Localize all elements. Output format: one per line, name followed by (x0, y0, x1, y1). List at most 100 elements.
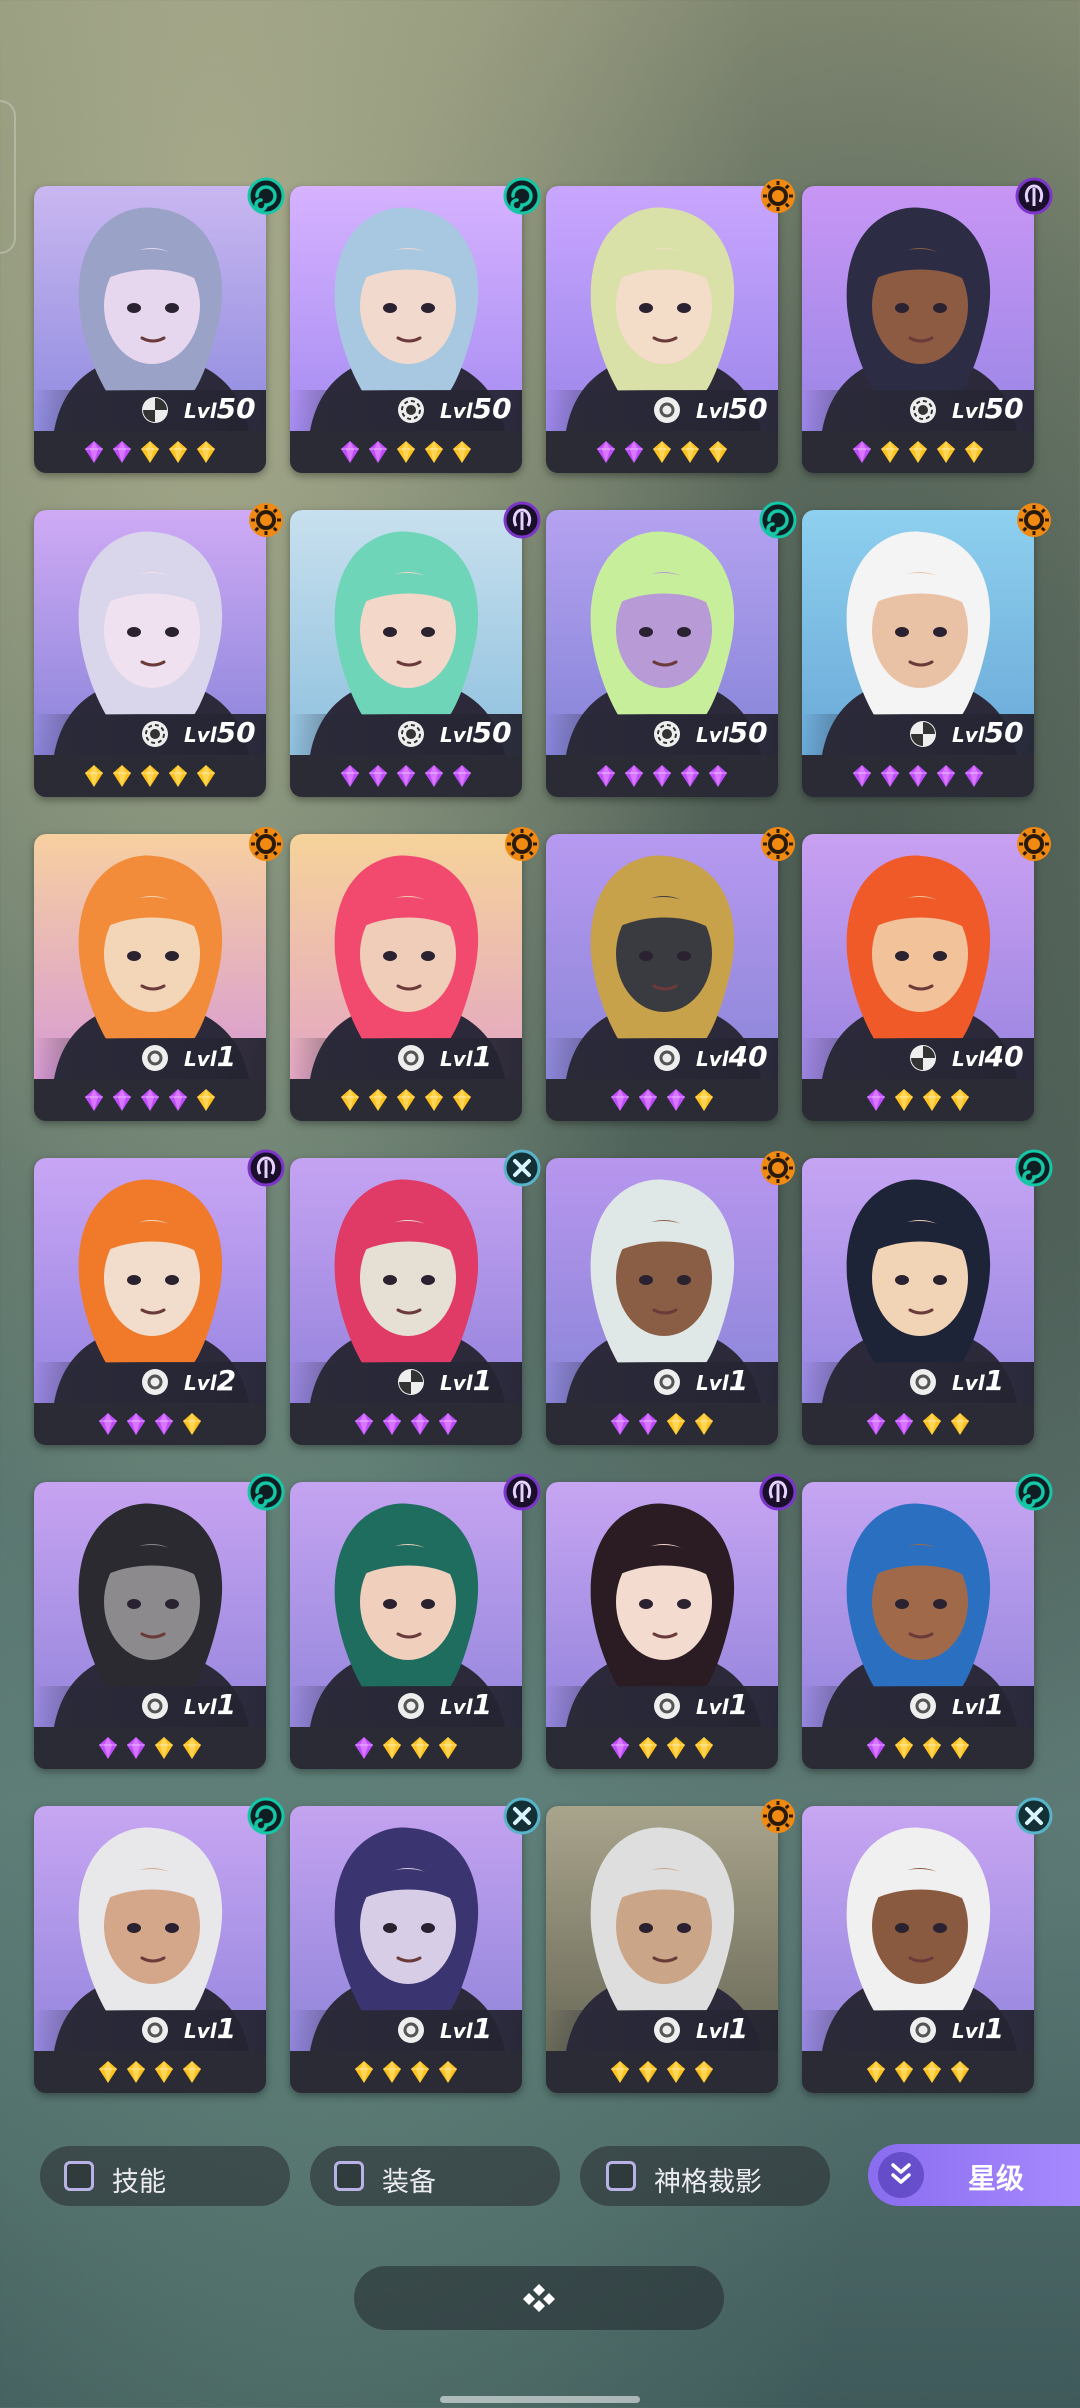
purple-gem-icon (98, 1736, 118, 1760)
gold-gem-icon (694, 1088, 714, 1112)
hero-card[interactable]: Lvl1 (546, 1158, 778, 1445)
hero-card[interactable]: Lvl1 (290, 834, 522, 1121)
hero-card[interactable]: Lvl50 (34, 510, 266, 797)
hero-card[interactable]: Lvl1 (290, 1158, 522, 1445)
hero-card[interactable]: Lvl1 (290, 1482, 522, 1769)
sort-star-label: 星级 (968, 2162, 1025, 2195)
sun-element-icon (758, 176, 798, 216)
purple-gem-icon (452, 764, 472, 788)
support-role-icon (652, 1691, 682, 1721)
hero-level: Lvl1 (440, 1040, 492, 1073)
hero-card[interactable]: Lvl1 (802, 1482, 1034, 1769)
swirl-element-icon (246, 1472, 286, 1512)
wisdom-element-icon (758, 1472, 798, 1512)
checkbox[interactable] (64, 2161, 94, 2191)
gold-gem-icon (680, 440, 700, 464)
gold-gem-icon (126, 2060, 146, 2084)
filter-divine-shadow[interactable]: 神格裁影 (580, 2146, 830, 2206)
gold-gem-icon (154, 2060, 174, 2084)
hero-level: Lvl50 (184, 716, 256, 749)
purple-gem-icon (894, 1412, 914, 1436)
collapse-button[interactable] (354, 2266, 724, 2330)
filter-skill[interactable]: 技能 (40, 2146, 290, 2206)
hero-card[interactable]: Lvl1 (34, 1806, 266, 2093)
hero-card[interactable]: Lvl1 (546, 1482, 778, 1769)
hero-card[interactable]: Lvl1 (802, 1158, 1034, 1445)
level-number: 1 (216, 2012, 237, 2045)
sort-star-button[interactable]: 星级 (868, 2144, 1080, 2206)
hero-level: Lvl50 (696, 716, 768, 749)
checkbox[interactable] (606, 2161, 636, 2191)
hero-level: Lvl1 (440, 2012, 492, 2045)
level-number: 1 (984, 1364, 1005, 1397)
gold-gem-icon (382, 1736, 402, 1760)
purple-gem-icon (638, 1412, 658, 1436)
gold-gem-icon (340, 1088, 360, 1112)
level-number: 1 (728, 2012, 749, 2045)
star-gems (34, 434, 266, 470)
hero-card[interactable]: Lvl50 (546, 186, 778, 473)
star-gems (802, 2054, 1034, 2090)
hero-level: Lvl50 (952, 392, 1024, 425)
gold-gem-icon (196, 764, 216, 788)
hero-card[interactable]: Lvl50 (290, 186, 522, 473)
hero-card[interactable]: Lvl50 (802, 186, 1034, 473)
star-gems (546, 1082, 778, 1118)
gold-gem-icon (98, 2060, 118, 2084)
wisdom-element-icon (502, 1472, 542, 1512)
hero-card[interactable]: Lvl1 (34, 834, 266, 1121)
wisdom-element-icon (502, 500, 542, 540)
filter-equipment[interactable]: 装备 (310, 2146, 560, 2206)
purple-gem-icon (680, 764, 700, 788)
gold-gem-icon (908, 440, 928, 464)
purple-gem-icon (708, 764, 728, 788)
hero-level: Lvl1 (952, 1364, 1004, 1397)
level-number: 40 (984, 1040, 1024, 1073)
gold-gem-icon (410, 1736, 430, 1760)
assassin-role-icon (140, 395, 170, 425)
level-prefix: Lvl (440, 1047, 473, 1071)
hero-card[interactable]: Lvl2 (34, 1158, 266, 1445)
star-gems (34, 1406, 266, 1442)
level-number: 1 (728, 1364, 749, 1397)
support-role-icon (140, 1691, 170, 1721)
gold-gem-icon (638, 1736, 658, 1760)
hero-card[interactable]: Lvl1 (546, 1806, 778, 2093)
gold-gem-icon (894, 1088, 914, 1112)
left-edge-handle (0, 100, 16, 254)
mage-role-icon (652, 719, 682, 749)
gold-gem-icon (410, 2060, 430, 2084)
gold-gem-icon (196, 1088, 216, 1112)
hero-level: Lvl1 (440, 1364, 492, 1397)
hero-card[interactable]: Lvl1 (802, 1806, 1034, 2093)
star-gems (290, 434, 522, 470)
hero-card[interactable]: Lvl1 (290, 1806, 522, 2093)
purple-gem-icon (852, 764, 872, 788)
wisdom-element-icon (246, 1148, 286, 1188)
hero-level: Lvl2 (184, 1364, 236, 1397)
sun-element-icon (1014, 824, 1054, 864)
star-gems (34, 758, 266, 794)
hero-card[interactable]: Lvl40 (546, 834, 778, 1121)
hero-card[interactable]: Lvl40 (802, 834, 1034, 1121)
level-prefix: Lvl (440, 1695, 473, 1719)
purple-gem-icon (340, 764, 360, 788)
hero-level: Lvl40 (696, 1040, 768, 1073)
hero-card[interactable]: Lvl50 (546, 510, 778, 797)
hero-card[interactable]: Lvl1 (34, 1482, 266, 1769)
gold-gem-icon (950, 1088, 970, 1112)
hero-card[interactable]: Lvl50 (802, 510, 1034, 797)
hero-card[interactable]: Lvl50 (290, 510, 522, 797)
hero-level: Lvl40 (952, 1040, 1024, 1073)
gold-gem-icon (638, 2060, 658, 2084)
star-gems (802, 758, 1034, 794)
level-number: 1 (728, 1688, 749, 1721)
support-role-icon (652, 2015, 682, 2045)
assassin-role-icon (908, 719, 938, 749)
sun-element-icon (1014, 500, 1054, 540)
collapse-diamond-icon (523, 2284, 555, 2312)
level-number: 50 (728, 392, 768, 425)
level-prefix: Lvl (440, 1371, 473, 1395)
checkbox[interactable] (334, 2161, 364, 2191)
hero-card[interactable]: Lvl50 (34, 186, 266, 473)
